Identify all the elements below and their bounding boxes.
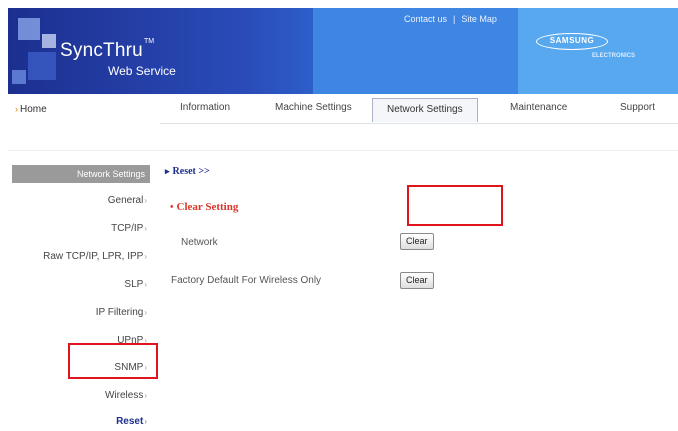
site-map-link[interactable]: Site Map: [461, 14, 497, 24]
chevron-right-icon: ›: [144, 252, 147, 261]
sidebar-item-label: Reset: [116, 416, 144, 427]
breadcrumb-label: Reset >>: [172, 166, 210, 177]
clear-network-button[interactable]: Clear: [400, 233, 434, 250]
link-separator: |: [453, 14, 456, 24]
header-banner: SyncThru TM Web Service Contact us | Site …: [8, 8, 678, 94]
top-links: Contact us | Site Map: [404, 14, 497, 24]
logo-trademark: TM: [144, 38, 155, 45]
home-arrow-icon: ›: [15, 104, 18, 114]
breadcrumb: ▸ Reset >>: [165, 166, 210, 177]
triangle-right-icon: ▸: [165, 166, 170, 176]
chevron-right-icon: ›: [144, 224, 147, 233]
home-link[interactable]: › Home: [15, 104, 47, 115]
contact-us-link[interactable]: Contact us: [404, 14, 447, 24]
section-title: • Clear Setting: [170, 201, 238, 213]
sidebar-item-reset[interactable]: Reset›: [116, 416, 147, 427]
sidebar-title: Network Settings: [12, 165, 150, 183]
tab-machine-settings[interactable]: Machine Settings: [275, 102, 352, 113]
tab-network-settings[interactable]: Network Settings: [372, 98, 478, 122]
network-label: Network: [181, 237, 218, 248]
samsung-logo: SAMSUNG: [536, 33, 608, 50]
sidebar-item-label: TCP/IP: [111, 223, 144, 234]
tab-maintenance[interactable]: Maintenance: [510, 102, 567, 113]
tab-support[interactable]: Support: [620, 102, 655, 113]
sidebar-item-label: Wireless: [104, 390, 144, 401]
section-title-label: Clear Setting: [176, 201, 239, 213]
main-nav: › Home Information Machine Settings Netwo…: [8, 94, 678, 124]
sidebar-item-slp[interactable]: SLP›: [124, 279, 147, 290]
sidebar-item-label: IP Filtering: [95, 307, 144, 318]
chevron-right-icon: ›: [144, 391, 147, 400]
chevron-right-icon: ›: [144, 308, 147, 317]
tab-underline: [160, 123, 678, 124]
home-label: Home: [20, 104, 47, 115]
tab-information[interactable]: Information: [180, 102, 230, 113]
sidebar-item-tcpip[interactable]: TCP/IP›: [111, 223, 147, 234]
wireless-default-label: Factory Default For Wireless Only: [171, 275, 322, 286]
sidebar-item-label: Raw TCP/IP, LPR, IPP: [43, 251, 144, 262]
sidebar-item-wireless[interactable]: Wireless›: [105, 390, 147, 401]
chevron-right-icon: ›: [144, 280, 147, 289]
sidebar-item-raw-tcpip[interactable]: Raw TCP/IP, LPR, IPP›: [43, 251, 147, 262]
bullet-icon: •: [170, 202, 174, 213]
banner-panel: [518, 8, 678, 94]
samsung-logo-sub: ELECTRONICS: [592, 53, 636, 59]
decor-square: [18, 18, 40, 40]
sidebar-item-ip-filtering[interactable]: IP Filtering›: [96, 307, 147, 318]
sidebar-item-general[interactable]: General›: [108, 195, 147, 206]
decor-square: [12, 70, 26, 84]
chevron-right-icon: ›: [144, 417, 147, 426]
annotation-box: [68, 343, 158, 379]
decor-square: [42, 34, 56, 48]
chevron-right-icon: ›: [144, 196, 147, 205]
logo-subtitle: Web Service: [108, 64, 176, 78]
clear-wireless-button[interactable]: Clear: [400, 272, 434, 289]
sidebar-item-label: General: [107, 195, 144, 206]
content-divider: [8, 150, 678, 151]
annotation-box: [407, 185, 503, 226]
syncthru-logo: SyncThru: [60, 40, 143, 61]
sidebar-item-label: SLP: [124, 279, 144, 290]
decor-square: [28, 52, 56, 80]
